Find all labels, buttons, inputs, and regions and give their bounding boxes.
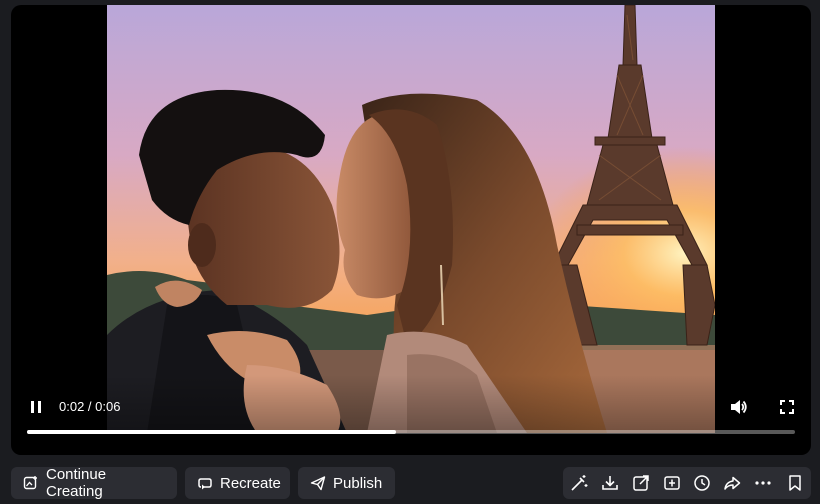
- player-controls: 0:02 / 0:06: [11, 394, 811, 420]
- video-player[interactable]: 0:02 / 0:06: [11, 5, 811, 455]
- magic-edit-icon: [571, 475, 588, 491]
- open-external-button[interactable]: [631, 473, 651, 493]
- share-icon: [724, 476, 741, 490]
- bookmark-button[interactable]: [785, 473, 805, 493]
- progress-bar[interactable]: [27, 430, 795, 434]
- media-toolbar: [563, 467, 811, 499]
- more-button[interactable]: [753, 473, 773, 493]
- time-display: 0:02 / 0:06: [59, 399, 120, 414]
- download-icon: [602, 476, 618, 490]
- volume-icon: [731, 400, 747, 414]
- fullscreen-button[interactable]: [778, 398, 796, 416]
- volume-button[interactable]: [728, 397, 748, 417]
- open-external-icon: [633, 475, 649, 491]
- recreate-button[interactable]: Recreate: [185, 467, 290, 499]
- continue-creating-label: Continue Creating: [46, 466, 107, 500]
- fullscreen-icon: [780, 400, 794, 414]
- crop-icon: [664, 476, 680, 490]
- download-button[interactable]: [600, 473, 620, 493]
- share-button[interactable]: [722, 473, 742, 493]
- bookmark-icon: [789, 475, 801, 491]
- current-time: 0:02: [59, 399, 85, 414]
- magic-edit-button[interactable]: [569, 473, 589, 493]
- pause-button[interactable]: [27, 398, 45, 416]
- duration: 0:06: [95, 399, 121, 414]
- publish-button[interactable]: Publish: [298, 467, 395, 499]
- time-separator: /: [84, 399, 96, 414]
- send-icon: [310, 476, 326, 491]
- pause-icon: [31, 401, 41, 413]
- continue-creating-button[interactable]: Continue Creating: [11, 466, 177, 500]
- video-still-image: [107, 5, 715, 433]
- history-button[interactable]: [692, 473, 712, 493]
- progress-fill: [27, 430, 396, 434]
- more-icon: [755, 481, 771, 485]
- recreate-icon: [198, 478, 212, 490]
- history-icon: [694, 475, 710, 491]
- crop-button[interactable]: [662, 473, 682, 493]
- image-edit-icon: [23, 476, 37, 490]
- publish-label: Publish: [333, 474, 383, 492]
- video-frame[interactable]: [107, 5, 715, 433]
- recreate-label: Recreate: [220, 474, 281, 492]
